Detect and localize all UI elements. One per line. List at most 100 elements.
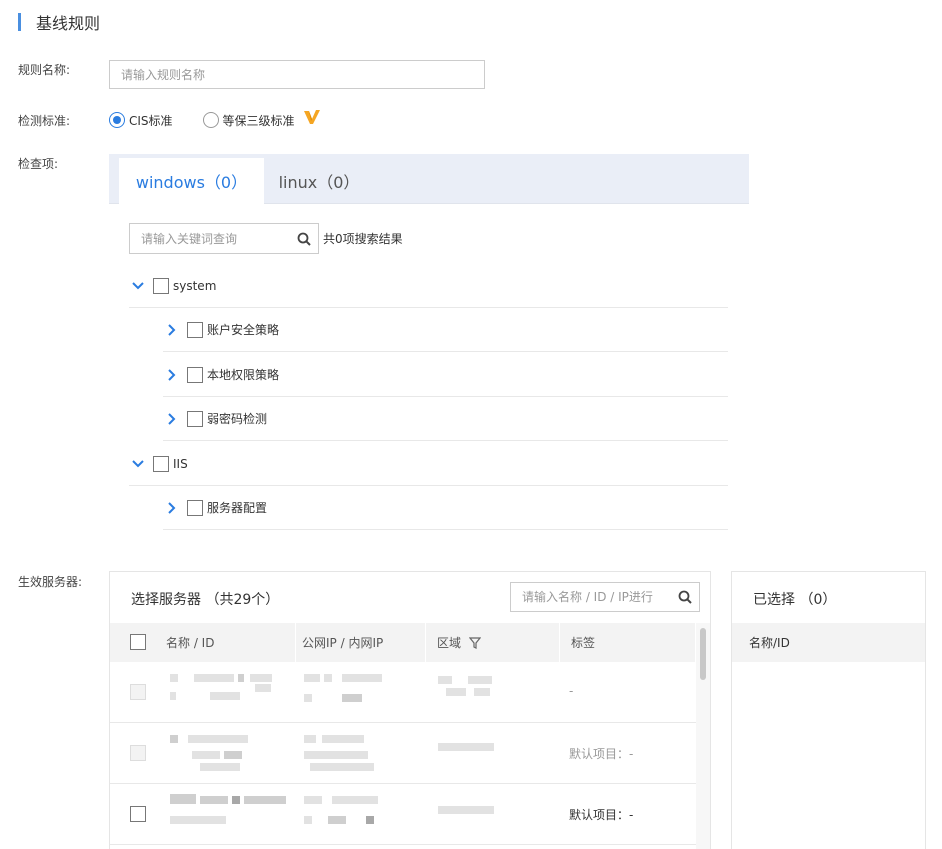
redacted-ip — [328, 816, 346, 824]
server-select-panel: 选择服务器 （共29个） 名称 / ID 公网IP / 内网IP 区域 标签 — [109, 571, 711, 849]
redacted-name — [250, 674, 272, 682]
redacted-ip — [366, 816, 374, 824]
radio-level3-label: 等保三级标准 — [222, 113, 295, 128]
tree-node-label: 账户安全策略 — [207, 323, 280, 337]
redacted-region — [438, 806, 494, 814]
check-items-label: 检查项: — [18, 157, 59, 171]
tree-checkbox[interactable] — [153, 455, 169, 472]
redacted-region — [474, 688, 490, 696]
row-checkbox[interactable] — [130, 745, 146, 761]
vip-v-icon — [303, 109, 321, 128]
scrollbar-thumb[interactable] — [700, 628, 706, 680]
server-search — [510, 582, 700, 612]
redacted-ip — [304, 735, 316, 743]
redacted-name — [170, 794, 196, 804]
tree-node-weak-password: 弱密码检测 — [163, 397, 728, 441]
redacted-id — [192, 751, 220, 759]
chevron-right-icon[interactable] — [163, 499, 181, 517]
redacted-ip — [310, 763, 374, 771]
redacted-id — [210, 692, 240, 700]
chevron-right-icon[interactable] — [163, 410, 181, 428]
tree-checkbox[interactable] — [187, 410, 203, 427]
table-row[interactable]: - — [110, 662, 696, 723]
server-search-input[interactable] — [511, 583, 671, 611]
column-label: 公网IP / 内网IP — [302, 636, 384, 650]
redacted-ip — [324, 674, 332, 682]
redacted-region — [446, 688, 466, 696]
redacted-region — [438, 676, 452, 684]
column-ip: 公网IP / 内网IP — [296, 623, 426, 662]
tree-node-label: 本地权限策略 — [207, 368, 280, 382]
column-label: 名称 / ID — [166, 636, 215, 650]
servers-label: 生效服务器: — [18, 575, 83, 589]
tree-node-label: 弱密码检测 — [207, 412, 268, 426]
column-region: 区域 — [431, 623, 560, 662]
column-label: 标签 — [571, 636, 596, 650]
selected-panel: 已选择 （0） 名称/ID — [731, 571, 926, 849]
standard-radio-group: CIS标准 等保三级标准 — [109, 109, 321, 130]
radio-cis-label: CIS标准 — [129, 113, 173, 128]
standard-label: 检测标准: — [18, 114, 71, 128]
table-row[interactable]: 默认项目：- — [110, 784, 696, 845]
redacted-region — [468, 676, 492, 684]
search-result-count: 共0项搜索结果 — [323, 232, 403, 246]
selected-table-header: 名称/ID — [732, 623, 925, 662]
row-checkbox[interactable] — [130, 806, 146, 822]
redacted-ip — [322, 735, 364, 743]
tab-linux[interactable]: linux（0） — [264, 158, 374, 204]
column-name-id: 名称 / ID — [160, 623, 296, 662]
tree-node-local-permission: 本地权限策略 — [163, 353, 728, 397]
page-title-text: 基线规则 — [36, 14, 101, 33]
tree-node-system: system — [129, 264, 728, 308]
redacted-name — [170, 674, 178, 682]
tree-node-label: IIS — [173, 456, 188, 471]
redacted-name — [188, 735, 248, 743]
redacted-id — [170, 692, 176, 700]
tree-checkbox[interactable] — [187, 499, 203, 516]
table-row[interactable]: 默认项目：- — [110, 723, 696, 784]
redacted-name — [170, 735, 178, 743]
column-label: 区域 — [437, 636, 462, 650]
redacted-ip — [304, 796, 322, 804]
chevron-right-icon[interactable] — [163, 321, 181, 339]
redacted-ip — [342, 694, 362, 702]
redacted-id — [200, 763, 240, 771]
tree-node-label: 服务器配置 — [207, 501, 268, 515]
tree-node-label: system — [173, 278, 217, 293]
tree-node-iis: IIS — [129, 442, 728, 486]
rule-name-input[interactable] — [109, 60, 485, 89]
chevron-right-icon[interactable] — [163, 366, 181, 384]
row-checkbox[interactable] — [130, 684, 146, 700]
redacted-name — [232, 796, 240, 804]
tab-windows[interactable]: windows（0） — [119, 158, 264, 204]
search-icon[interactable] — [290, 232, 318, 246]
select-all-checkbox[interactable] — [130, 634, 146, 650]
radio-circle — [109, 112, 125, 128]
chevron-down-icon[interactable] — [129, 455, 147, 473]
title-accent-bar — [18, 13, 21, 31]
redacted-ip — [304, 751, 368, 759]
redacted-ip — [304, 674, 320, 682]
redacted-ip — [304, 694, 312, 702]
row-tag: 默认项目：- — [569, 747, 634, 761]
chevron-down-icon[interactable] — [129, 277, 147, 295]
tree-checkbox[interactable] — [187, 321, 203, 338]
redacted-name — [200, 796, 228, 804]
tree-search-input[interactable] — [130, 224, 290, 253]
table-scrollbar[interactable] — [696, 623, 710, 849]
redacted-name — [244, 796, 286, 804]
tree-node-account-policy: 账户安全策略 — [163, 308, 728, 352]
os-tabs: windows（0） linux（0） — [109, 154, 749, 204]
filter-icon[interactable] — [469, 636, 482, 649]
radio-cis-standard[interactable]: CIS标准 — [109, 112, 173, 129]
tree-checkbox[interactable] — [153, 277, 169, 294]
search-icon[interactable] — [671, 590, 699, 604]
server-table-header: 名称 / ID 公网IP / 内网IP 区域 标签 — [110, 623, 696, 662]
redacted-id — [170, 816, 226, 824]
tree-checkbox[interactable] — [187, 366, 203, 383]
radio-level3-standard[interactable]: 等保三级标准 — [202, 112, 295, 129]
column-label: 名称/ID — [749, 636, 790, 650]
rule-name-label: 规则名称: — [18, 63, 71, 77]
redacted-region — [438, 743, 494, 751]
tree-search — [129, 223, 319, 254]
